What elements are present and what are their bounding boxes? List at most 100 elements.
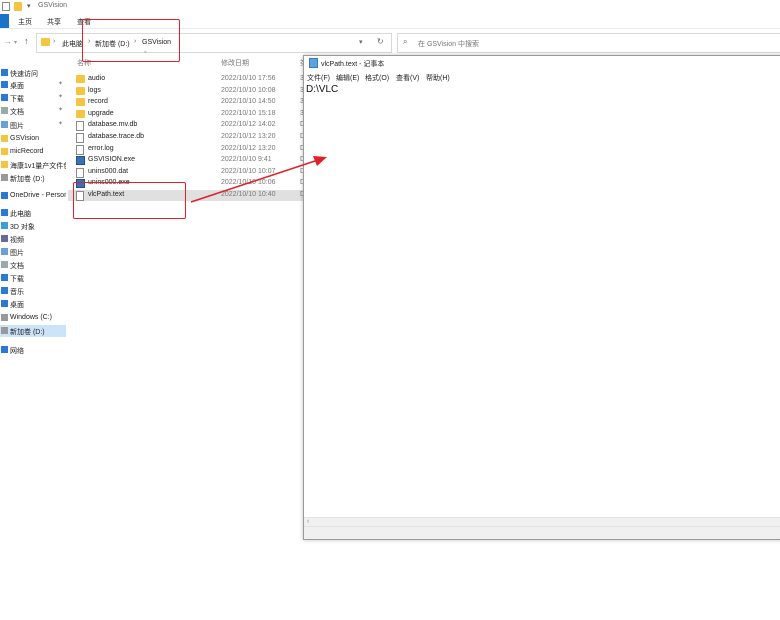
menu-view[interactable]: 查看(V) — [396, 73, 419, 83]
notepad-text-area[interactable]: D:\VLC — [306, 84, 338, 95]
notepad-icon — [309, 58, 318, 68]
document-icon — [1, 107, 8, 114]
sidebar-item[interactable]: 快速访问 — [0, 67, 66, 79]
file-date: 2022/10/10 10:08 — [221, 86, 276, 94]
forward-icon[interactable]: → — [3, 37, 12, 46]
tab-share[interactable]: 共享 — [47, 17, 61, 27]
file-icon — [76, 121, 84, 132]
file-row[interactable]: logs 2022/10/10 10:08 3 — [68, 86, 308, 97]
address-dropdown-icon[interactable]: ▾ — [359, 38, 363, 46]
search-input[interactable]: ⌕ 在 GSVision 中搜索 — [397, 33, 780, 53]
sidebar-item[interactable]: 桌面 — [0, 298, 66, 310]
folder-icon — [76, 98, 85, 107]
quick-access-dropdown-icon[interactable]: ▾ — [27, 2, 35, 11]
file-icon — [76, 133, 84, 143]
video-icon — [1, 235, 8, 242]
search-placeholder: 在 GSVision 中搜索 — [418, 41, 479, 48]
explorer-title-bar: ▾ GSVision — [0, 0, 780, 14]
sidebar-item[interactable]: 3D 对象 — [0, 220, 66, 232]
annotation-box-file — [73, 182, 186, 219]
sidebar-item[interactable]: 视频 — [0, 233, 66, 245]
file-name: logs — [88, 86, 101, 94]
annotation-arrow — [190, 156, 327, 203]
download-icon — [1, 94, 8, 101]
folder-icon — [1, 135, 8, 142]
file-row[interactable]: database.trace.db2022/10/12 13:20D — [68, 132, 308, 143]
file-name: database.trace.db — [88, 133, 145, 140]
drive-icon — [1, 327, 8, 334]
sidebar-item[interactable]: GSVision — [0, 133, 66, 145]
sidebar-item[interactable]: 网络 — [0, 344, 66, 356]
document-icon — [1, 261, 8, 268]
menu-file[interactable]: 文件(F) — [307, 73, 330, 83]
recent-dropdown-icon[interactable]: ▾ — [14, 39, 17, 48]
file-row[interactable]: record 2022/10/10 14:50 3 — [68, 97, 308, 108]
refresh-icon[interactable]: ↻ — [377, 37, 384, 46]
sidebar-item[interactable]: Windows (C:) — [0, 312, 66, 324]
picture-icon — [1, 121, 8, 128]
sidebar-item[interactable]: 文档 — [0, 259, 66, 271]
sidebar-item-label: 桌面 — [10, 302, 24, 309]
sidebar-item[interactable]: 海康1v1量产文件包 — [0, 159, 66, 171]
drive-icon — [1, 314, 8, 321]
tab-home[interactable]: 主页 — [18, 17, 32, 27]
menu-format[interactable]: 格式(O) — [365, 73, 389, 83]
network-icon — [1, 346, 8, 353]
sidebar-item[interactable]: 新加卷 (D:) — [0, 325, 66, 337]
sidebar-item[interactable]: 下载 — [0, 272, 66, 284]
file-name: audio — [88, 75, 106, 82]
up-icon[interactable]: ↑ — [24, 37, 29, 46]
folder-icon — [1, 148, 8, 155]
file-row[interactable]: database.mv.db2022/10/12 14:02D — [68, 120, 308, 132]
file-tab[interactable] — [0, 14, 9, 28]
file-row[interactable]: audio 2022/10/10 17:56 3 — [68, 74, 308, 85]
computer-icon — [1, 209, 8, 216]
file-date: 2022/10/10 14:50 — [221, 98, 276, 106]
file-icon — [76, 167, 84, 178]
sidebar-item[interactable]: 下载 ✦ — [0, 92, 66, 104]
sidebar-item-label: OneDrive - Persona — [10, 192, 66, 199]
sidebar-item-label: 网络 — [10, 348, 24, 355]
sidebar-item[interactable]: micRecord — [0, 146, 66, 158]
column-date[interactable]: 修改日期 — [221, 58, 249, 68]
desktop-icon — [1, 81, 8, 88]
sidebar-item-label: GSVision — [10, 135, 40, 142]
menu-help[interactable]: 帮助(H) — [426, 73, 450, 83]
navigation-pane: 快速访问 桌面 ✦ 下载 ✦ 文档 ✦ 图片 ✦ GSVision micRecord 海康1v1量产… — [0, 62, 66, 620]
sidebar-item[interactable]: 文档 ✦ — [0, 105, 66, 117]
new-folder-icon[interactable] — [14, 2, 22, 11]
chevron-right-icon[interactable]: › — [53, 38, 55, 45]
menu-edit[interactable]: 编辑(E) — [336, 73, 359, 83]
star-icon — [1, 69, 8, 76]
sidebar-item[interactable]: 此电脑 — [0, 207, 66, 219]
file-name: error.log — [88, 144, 114, 152]
sidebar-item[interactable]: OneDrive - Persona — [0, 190, 66, 202]
search-icon: ⌕ — [403, 37, 408, 46]
sidebar-item-label: 图片 — [10, 250, 24, 257]
sidebar-item[interactable]: 桌面 ✦ — [0, 79, 66, 91]
file-name: upgrade — [88, 109, 114, 117]
cloud-icon — [1, 192, 8, 199]
file-row[interactable]: upgrade 2022/10/10 15:18 3 — [68, 109, 308, 120]
notepad-status-bar — [304, 526, 780, 539]
scroll-left-icon[interactable]: ‹ — [307, 518, 309, 525]
folder-icon — [1, 161, 8, 168]
properties-icon[interactable] — [2, 2, 10, 11]
sidebar-item[interactable]: 图片 ✦ — [0, 119, 66, 131]
pin-icon: ✦ — [58, 121, 64, 127]
breadcrumb-this-pc[interactable]: 此电脑 — [62, 39, 83, 49]
file-date: 2022/10/12 13:20 — [221, 133, 276, 140]
sidebar-item-label: 文档 — [10, 109, 24, 116]
sidebar-item-label: 3D 对象 — [10, 224, 35, 231]
folder-icon — [41, 38, 50, 46]
sidebar-item[interactable]: 音乐 — [0, 285, 66, 297]
sidebar-item[interactable]: 图片 — [0, 246, 66, 258]
sidebar-item-label: 下载 — [10, 96, 24, 103]
sidebar-item[interactable]: 新加卷 (D:) — [0, 172, 66, 184]
file-name: unins000.dat — [88, 167, 129, 175]
window-title: GSVision — [38, 2, 68, 9]
pin-icon: ✦ — [58, 107, 64, 113]
sidebar-item-label: 图片 — [10, 123, 24, 130]
file-date: 2022/10/10 15:18 — [221, 109, 276, 117]
file-icon — [76, 144, 84, 155]
